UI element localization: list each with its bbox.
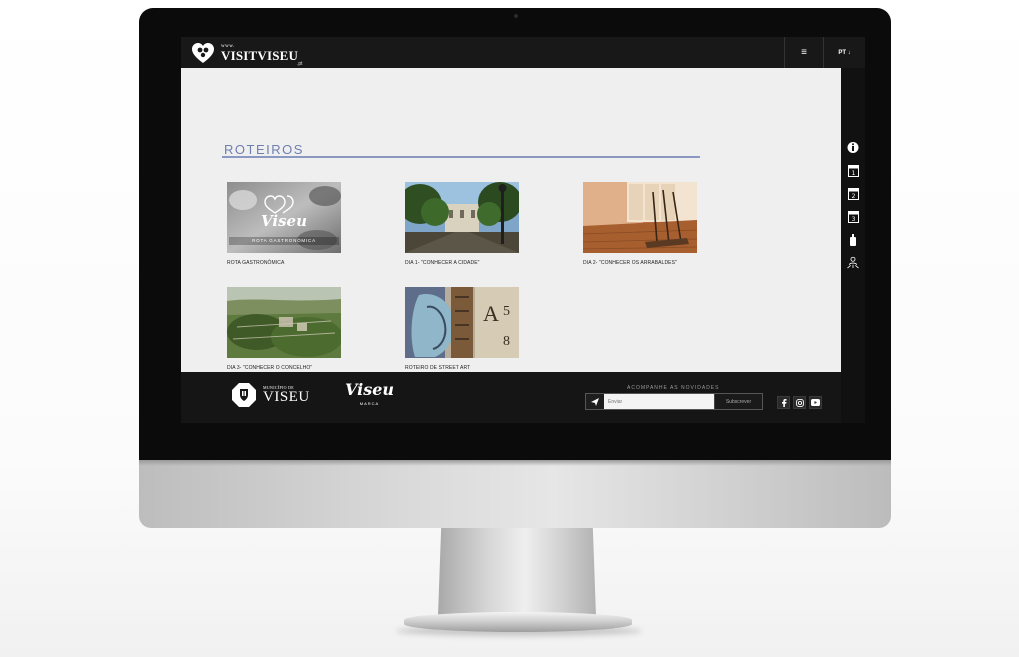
screen: www. VISITVISEU .pt ≡ PT ↓ ROTEIROS Vise… [181,37,865,423]
youtube-icon[interactable] [809,396,822,409]
logo-wordmark: www. VISITVISEU [221,44,298,62]
calendar-day3-icon[interactable]: 3 [847,209,859,223]
site-logo[interactable]: www. VISITVISEU .pt [191,41,303,67]
newsletter-form: Subscrever [585,393,763,410]
route-thumbnail[interactable] [227,287,341,358]
thumb-subtitle: ROTA GASTRONÓMICA [252,238,316,243]
route-thumbnail[interactable]: A 5 8 [405,287,519,358]
newsletter-label: ACOMPANHE AS NOVIDADES [627,385,720,391]
subscribe-button[interactable]: Subscrever [714,394,762,409]
camera [514,14,518,18]
municipio-wordmark: MUNICÍPIO DE VISEU [263,385,310,405]
calendar-day1-icon[interactable]: 1 [847,163,859,177]
paper-plane-icon [586,394,604,409]
marca-subtitle: MARCA [359,401,380,406]
route-thumbnail[interactable] [405,182,519,253]
logo-name: VISITVISEU [221,48,299,63]
route-card[interactable]: DIA 1- "CONHECER A CIDADE" [405,182,519,266]
viseu-marca-logo[interactable]: Viseu MARCA [345,380,395,407]
info-icon[interactable] [847,140,859,154]
svg-text:1: 1 [851,170,855,177]
page-title: ROTEIROS [224,142,304,157]
municipio-shield-icon [231,382,257,408]
social-links [777,396,822,409]
municipio-big-text: VISEU [263,388,310,405]
svg-text:5: 5 [503,304,510,319]
top-navigation-bar: www. VISITVISEU .pt ≡ PT ↓ [181,37,865,68]
language-label: PT ↓ [838,49,851,56]
route-caption[interactable]: ROTEIRO DE STREET ART [405,365,519,371]
hamburger-menu-button[interactable]: ≡ [784,37,824,68]
route-card[interactable]: DIA 2- "CONHECER OS ARRABALDES" [583,182,697,266]
viseu-heart-logo-icon [191,42,215,64]
instagram-icon[interactable] [793,396,806,409]
route-card[interactable]: A 5 8 ROTEIRO DE STREET ART [405,287,519,371]
route-card[interactable]: Viseu ROTA GASTRONÓMICA ROTA GASTRONÓMIC… [227,182,341,266]
svg-text:3: 3 [851,216,855,223]
language-selector[interactable]: PT ↓ [824,37,865,68]
facebook-icon[interactable] [777,396,790,409]
spray-can-icon[interactable] [847,232,859,246]
svg-text:2: 2 [851,193,855,200]
route-caption[interactable]: DIA 1- "CONHECER A CIDADE" [405,260,519,266]
calendar-day2-icon[interactable]: 2 [847,186,859,200]
marca-name: Viseu [345,380,395,399]
route-thumbnail[interactable]: Viseu ROTA GASTRONÓMICA [227,182,341,253]
people-icon[interactable] [847,255,859,269]
chin-shade [139,460,891,466]
title-underline [222,156,700,158]
route-card[interactable]: DIA 3- "CONHECER O CONCELHO" [227,287,341,371]
thumb-title: Viseu [261,212,307,230]
footer: MUNICÍPIO DE VISEU Viseu MARCA ACOMPANHE… [181,372,841,423]
municipio-logo[interactable]: MUNICÍPIO DE VISEU [231,382,310,408]
main-content: ROTEIROS Viseu ROTA GASTRONÓMICA ROTA GA… [181,68,841,372]
monitor-stand-neck [438,528,596,616]
svg-text:8: 8 [503,334,510,349]
svg-text:A: A [483,301,499,326]
route-caption[interactable]: DIA 2- "CONHECER OS ARRABALDES" [583,260,697,266]
route-thumbnail[interactable] [583,182,697,253]
newsletter-email-input[interactable] [604,394,714,409]
monitor-stand-foot [404,612,632,632]
route-caption[interactable]: ROTA GASTRONÓMICA [227,260,341,266]
monitor-chin [139,460,891,528]
route-caption[interactable]: DIA 3- "CONHECER O CONCELHO" [227,365,341,371]
hamburger-icon: ≡ [801,47,807,58]
side-icon-rail: 1 2 3 [841,68,865,423]
logo-pt: .pt [297,61,303,67]
